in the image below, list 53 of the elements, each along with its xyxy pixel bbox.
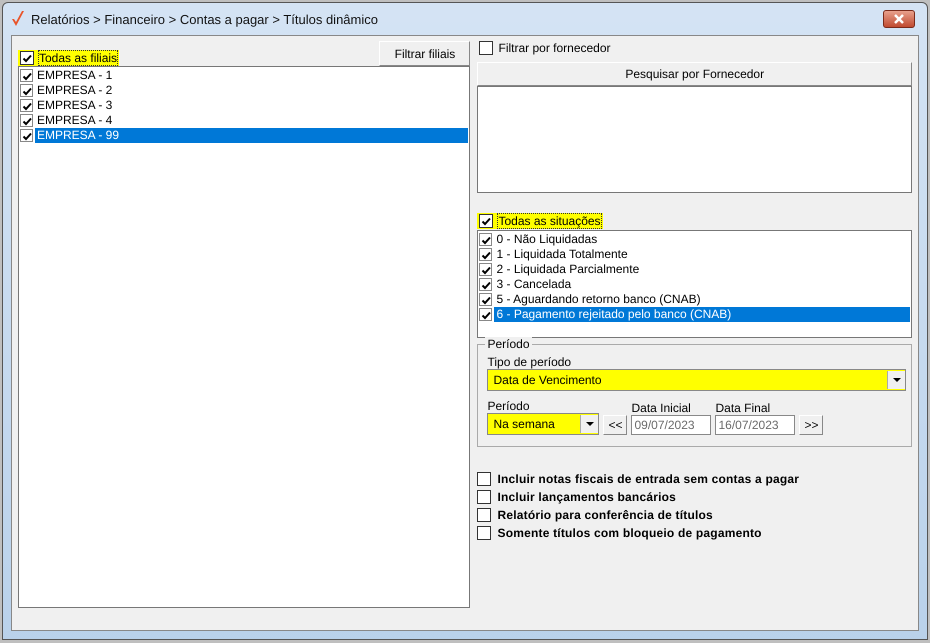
checkbox[interactable] [20,69,33,82]
checkbox[interactable] [479,248,492,261]
field-label: Data Final [715,401,772,415]
dropdown[interactable]: Na semana [487,413,600,435]
checkbox[interactable] [479,263,492,276]
filter-branches-button[interactable]: Filtrar filiais [379,41,470,66]
checkbox-label: Todas as filiais [39,51,118,65]
checkbox-label: Relatório para conferência de títulos [497,508,713,522]
checkbox-label: Incluir lançamentos bancários [497,490,676,504]
checkbox[interactable] [20,129,33,142]
group-title: Período [485,337,532,351]
next-button[interactable]: >> [799,415,824,435]
checkbox[interactable] [479,214,494,228]
checkbox[interactable] [477,490,492,504]
caret-icon [887,371,905,389]
checkbox[interactable] [20,114,33,127]
checkbox-label: Filtrar por fornecedor [498,41,611,55]
checkbox[interactable] [479,293,492,306]
close-icon [893,14,905,24]
field-label: Data Inicial [631,401,692,415]
close-button[interactable] [883,10,915,28]
checkbox[interactable] [479,308,492,321]
list-item[interactable]: 3 - Cancelada [494,277,910,292]
list-item[interactable]: 5 - Aguardando retorno banco (CNAB) [494,292,910,307]
list-item[interactable]: EMPRESA - 4 [35,113,468,128]
list-item[interactable]: 2 - Liquidada Parcialmente [494,262,910,277]
checkbox[interactable] [477,526,492,540]
list-item[interactable]: EMPRESA - 99 [35,128,468,143]
checkbox[interactable] [479,278,492,291]
checkbox[interactable] [479,233,492,246]
list-item[interactable]: 1 - Liquidada Totalmente [494,247,910,262]
window-title: Relatórios > Financeiro > Contas a pagar > Títulos dinâmico [31,12,379,26]
checkbox[interactable] [477,472,492,486]
list-item[interactable]: EMPRESA - 3 [35,98,468,113]
list-item[interactable]: EMPRESA - 1 [35,68,468,83]
caret-icon [580,415,598,433]
list-item[interactable]: 0 - Não Liquidadas [494,232,910,247]
checkbox[interactable] [479,41,494,55]
checkmark-logo [11,10,25,28]
dropdown[interactable]: Data de Vencimento [487,369,906,391]
search-supplier-button[interactable]: Pesquisar por Fornecedor [477,62,912,86]
checkbox[interactable] [20,51,34,65]
field-label: Tipo de período [487,355,572,369]
field-label: Período [487,399,531,413]
checkbox-label: Todas as situações [498,214,601,228]
checkbox-label: Somente títulos com bloqueio de pagamento [497,526,762,540]
list-item[interactable]: EMPRESA - 2 [35,83,468,98]
checkbox[interactable] [477,508,492,522]
checkbox[interactable] [20,99,33,112]
list-item[interactable]: 6 - Pagamento rejeitado pelo banco (CNAB) [494,307,910,322]
previous-button[interactable]: << [603,415,628,435]
checkbox-label: Incluir notas fiscais de entrada sem contas a pagar [497,472,800,486]
checkbox[interactable] [20,84,33,97]
